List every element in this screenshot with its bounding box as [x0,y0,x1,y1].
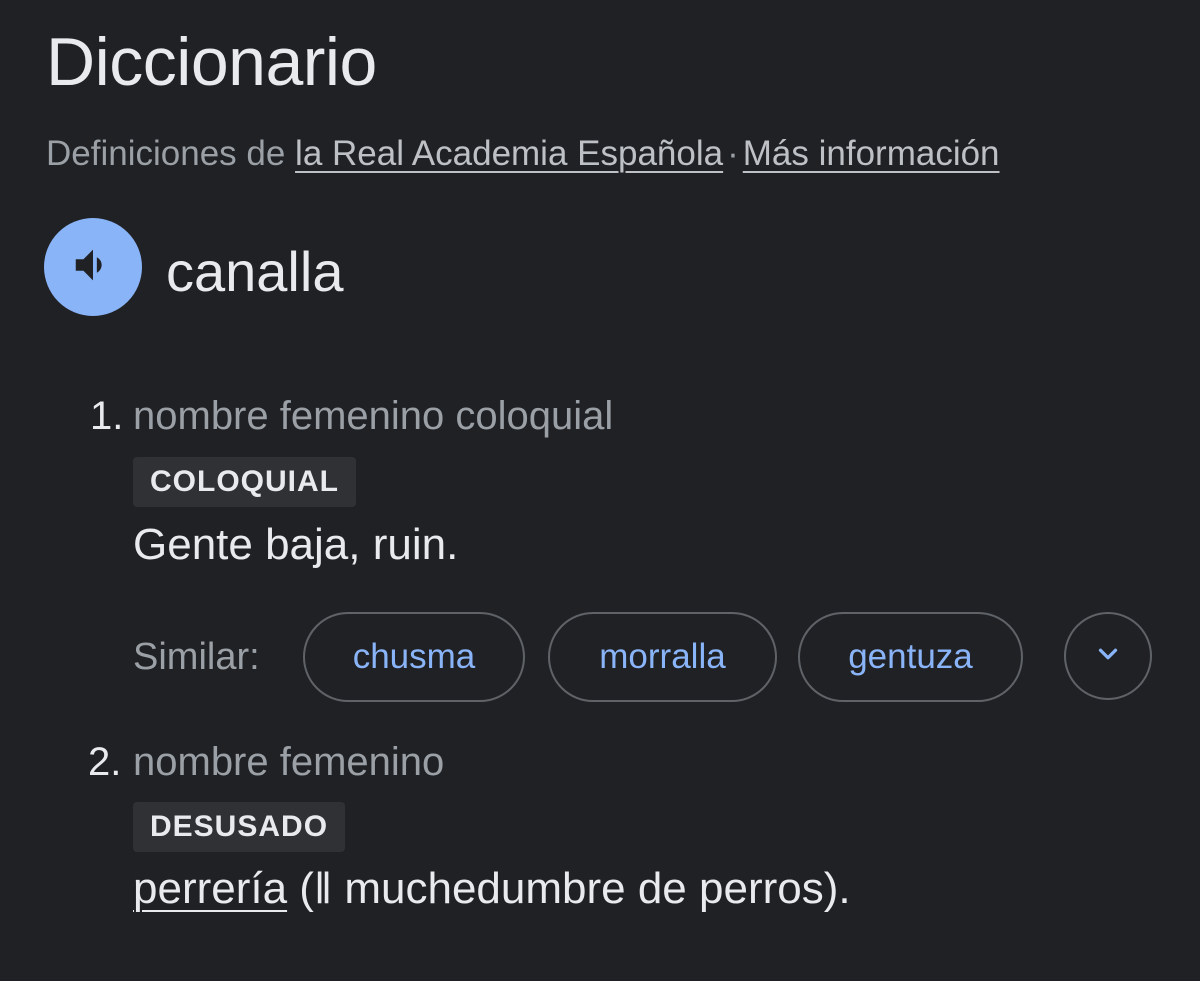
source-prefix: Definiciones de [46,134,286,173]
definition-text: (‖ muchedumbre de perros). [287,864,851,913]
similar-label: Similar: [133,636,260,678]
part-of-speech: nombre femenino [133,740,445,784]
part-of-speech: nombre femenino coloquial [133,394,614,438]
headword: canalla [166,240,344,303]
similar-chip[interactable]: gentuza [798,612,1023,702]
sense-number: 2. [88,740,122,784]
pronounce-button[interactable] [44,218,142,316]
volume-up-icon [70,242,116,293]
expand-similar-button[interactable] [1064,612,1152,700]
definition-link-perreria[interactable]: perrería [133,864,287,913]
page-title: Diccionario [46,24,377,100]
separator: · [727,134,739,173]
usage-tag: DESUSADO [133,802,346,852]
definition: perrería (‖ muchedumbre de perros). [133,862,851,916]
rae-link[interactable]: la Real Academia Española [295,134,723,173]
more-info-link[interactable]: Más información [743,134,1000,173]
similar-chip[interactable]: morralla [548,612,777,702]
definition: Gente baja, ruin. [133,520,459,569]
usage-tag: COLOQUIAL [133,457,356,507]
source-line: Definiciones de la Real Academia Español… [46,132,1000,176]
chevron-down-icon [1093,639,1123,674]
similar-chip[interactable]: chusma [303,612,525,702]
sense-number: 1. [90,394,124,438]
